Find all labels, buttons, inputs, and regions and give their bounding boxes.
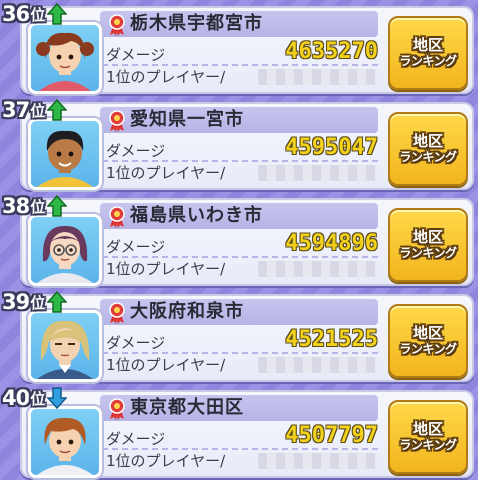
location-name: 愛知県一宮市 xyxy=(130,109,244,130)
location-name: 東京都大田区 xyxy=(130,397,244,418)
rank-suffix: 位 xyxy=(30,293,45,312)
rank-number: 40 xyxy=(2,386,30,410)
ranking-entry: 36 位 栃木県宇都宮市 ダメージ 4635270 1位のプレイヤー/ 地区 ラ… xyxy=(2,0,476,94)
trend-up-icon xyxy=(47,291,68,313)
top-player-label: 1位のプレイヤー/ xyxy=(106,164,226,182)
rank-suffix: 位 xyxy=(30,389,45,408)
rank-suffix: 位 xyxy=(30,5,45,24)
medal-ribbon-icon xyxy=(109,302,125,324)
top-player-label: 1位のプレイヤー/ xyxy=(106,356,226,374)
ranking-entry: 37 位 愛知県一宮市 ダメージ 4595047 1位のプレイヤー/ 地区 ラン… xyxy=(2,96,476,190)
trend-down-icon xyxy=(47,387,68,409)
ranking-entry: 39 位 大阪府和泉市 ダメージ 4521525 1位のプレイヤー/ 地区 ラン… xyxy=(2,288,476,382)
button-label-line2: ランキング xyxy=(399,149,457,164)
damage-label: ダメージ xyxy=(106,142,166,160)
rank-label: 37 位 xyxy=(2,96,68,124)
damage-label: ダメージ xyxy=(106,334,166,352)
regional-ranking-button[interactable]: 地区 ランキング xyxy=(388,304,468,378)
button-label-line2: ランキング xyxy=(399,245,457,260)
trend-up-icon xyxy=(47,3,68,25)
regional-ranking-button[interactable]: 地区 ランキング xyxy=(388,208,468,282)
damage-label: ダメージ xyxy=(106,46,166,64)
damage-value: 4595047 xyxy=(285,135,378,160)
regional-ranking-button[interactable]: 地区 ランキング xyxy=(388,16,468,90)
top-player-name-redacted xyxy=(258,69,376,85)
location-name: 大阪府和泉市 xyxy=(130,301,244,322)
medal-ribbon-icon xyxy=(109,398,125,420)
regional-ranking-button[interactable]: 地区 ランキング xyxy=(388,112,468,186)
button-label-line1: 地区 xyxy=(412,228,443,247)
damage-value: 4521525 xyxy=(285,327,378,352)
rank-number: 38 xyxy=(2,194,30,218)
button-label-line2: ランキング xyxy=(399,437,457,452)
character-portrait-icon xyxy=(37,130,93,187)
trend-up-icon xyxy=(47,99,68,121)
trend-up-icon xyxy=(47,195,68,217)
location-name: 栃木県宇都宮市 xyxy=(130,13,263,34)
button-label-line1: 地区 xyxy=(412,36,443,55)
top-player-name-redacted xyxy=(258,261,376,277)
top-player-name-redacted xyxy=(258,165,376,181)
rank-number: 36 xyxy=(2,2,30,26)
top-player-label: 1位のプレイヤー/ xyxy=(106,452,226,470)
rank-label: 39 位 xyxy=(2,288,68,316)
button-label-line2: ランキング xyxy=(399,341,457,356)
button-label-line1: 地区 xyxy=(412,420,443,439)
top-player-name-redacted xyxy=(258,357,376,373)
button-label-line2: ランキング xyxy=(399,53,457,68)
character-portrait-icon xyxy=(36,32,94,91)
rank-number: 37 xyxy=(2,98,30,122)
player-avatar xyxy=(28,214,102,286)
damage-value: 4507797 xyxy=(285,423,378,448)
location-name: 福島県いわき市 xyxy=(130,205,263,226)
button-label-line1: 地区 xyxy=(412,324,443,343)
rank-suffix: 位 xyxy=(30,101,45,120)
rank-label: 40 位 xyxy=(2,384,68,412)
character-portrait-icon xyxy=(37,225,93,283)
damage-value: 4594896 xyxy=(285,231,378,256)
character-portrait-icon xyxy=(37,417,93,475)
rank-suffix: 位 xyxy=(30,197,45,216)
character-portrait-icon xyxy=(37,320,93,379)
player-avatar xyxy=(28,118,102,190)
top-player-name-redacted xyxy=(258,453,376,469)
ranking-entry: 40 位 東京都大田区 ダメージ 4507797 1位のプレイヤー/ 地区 ラン… xyxy=(2,384,476,478)
rank-number: 39 xyxy=(2,290,30,314)
damage-label: ダメージ xyxy=(106,430,166,448)
top-player-label: 1位のプレイヤー/ xyxy=(106,260,226,278)
rank-label: 36 位 xyxy=(2,0,68,28)
medal-ribbon-icon xyxy=(109,14,125,36)
regional-ranking-button[interactable]: 地区 ランキング xyxy=(388,400,468,474)
damage-label: ダメージ xyxy=(106,238,166,256)
rank-label: 38 位 xyxy=(2,192,68,220)
button-label-line1: 地区 xyxy=(412,132,443,151)
player-avatar xyxy=(28,22,102,94)
player-avatar xyxy=(28,310,102,382)
top-player-label: 1位のプレイヤー/ xyxy=(106,68,226,86)
player-avatar xyxy=(28,406,102,478)
medal-ribbon-icon xyxy=(109,206,125,228)
ranking-entry: 38 位 福島県いわき市 ダメージ 4594896 1位のプレイヤー/ 地区 ラ… xyxy=(2,192,476,286)
damage-value: 4635270 xyxy=(285,39,378,64)
medal-ribbon-icon xyxy=(109,110,125,132)
